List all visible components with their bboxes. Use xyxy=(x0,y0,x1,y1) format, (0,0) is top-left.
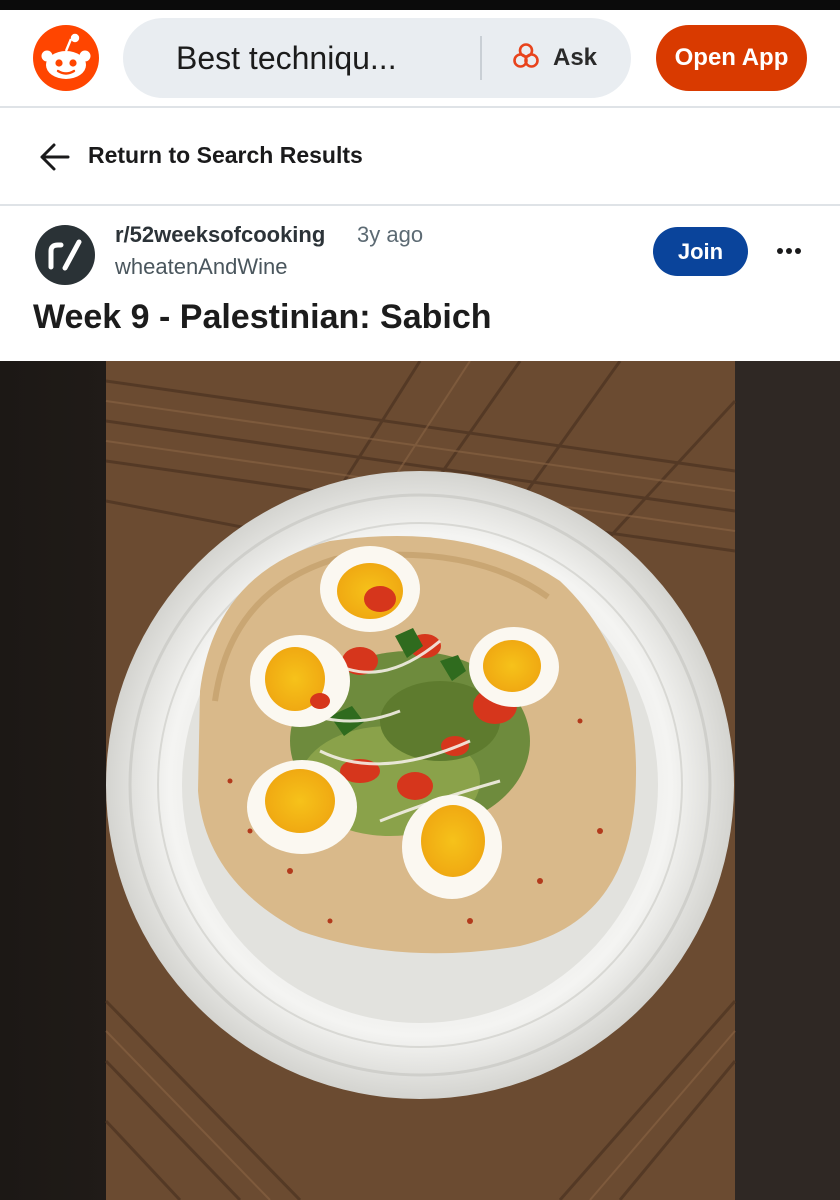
return-label: Return to Search Results xyxy=(88,142,363,168)
search-bar[interactable]: Best techniqu... Ask xyxy=(123,18,631,98)
open-app-button[interactable]: Open App xyxy=(656,25,807,91)
subreddit-name[interactable]: r/52weeksofcooking xyxy=(115,222,325,248)
top-app-bar: Best techniqu... Ask Open App xyxy=(0,10,840,106)
post-header: r/52weeksofcooking 3y ago wheatenAndWine… xyxy=(0,206,840,360)
return-to-search-link[interactable]: Return to Search Results xyxy=(0,108,840,204)
ask-button[interactable]: Ask xyxy=(511,38,597,78)
subreddit-avatar[interactable] xyxy=(35,225,95,285)
sabich-plate-photo xyxy=(0,361,840,1200)
post-image[interactable] xyxy=(0,361,840,1200)
join-button[interactable]: Join xyxy=(653,227,748,276)
post-timestamp: 3y ago xyxy=(357,222,424,247)
more-options-icon[interactable] xyxy=(772,237,806,265)
reddit-answers-icon xyxy=(511,41,541,76)
reddit-logo-icon[interactable] xyxy=(33,25,99,91)
arrow-left-icon xyxy=(37,140,71,179)
search-query[interactable]: Best techniqu... xyxy=(176,40,397,77)
status-bar xyxy=(0,0,840,10)
post-title: Week 9 - Palestinian: Sabich xyxy=(33,298,492,336)
post-author[interactable]: wheatenAndWine xyxy=(115,254,287,280)
search-divider xyxy=(480,36,482,80)
ask-label: Ask xyxy=(553,44,598,71)
